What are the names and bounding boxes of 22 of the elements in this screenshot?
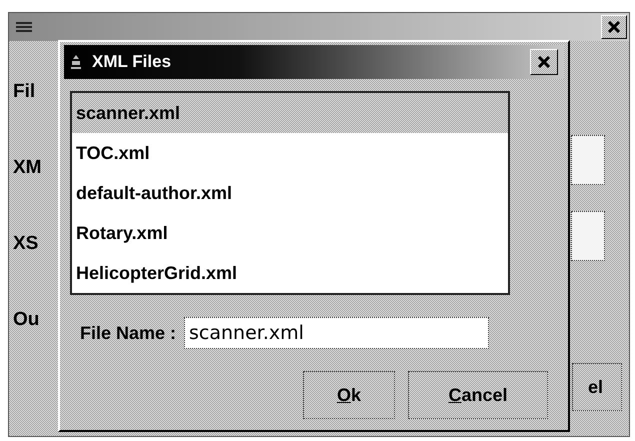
- cancel-button[interactable]: el: [572, 363, 622, 411]
- text-field[interactable]: [571, 135, 605, 185]
- list-item[interactable]: HelicopterGrid.xml: [72, 253, 508, 293]
- field-label: Ou: [13, 309, 40, 332]
- close-button[interactable]: [601, 15, 627, 39]
- cancel-button[interactable]: Cancel: [408, 371, 548, 419]
- ok-button[interactable]: Ok: [303, 371, 395, 419]
- list-item[interactable]: TOC.xml: [72, 133, 508, 173]
- list-item[interactable]: Rotary.xml: [72, 213, 508, 253]
- field-label: XS: [13, 233, 40, 256]
- close-button[interactable]: [530, 49, 558, 75]
- list-item[interactable]: scanner.xml: [72, 93, 508, 133]
- file-name-field[interactable]: scanner.xml: [184, 317, 490, 349]
- close-icon: [608, 21, 620, 33]
- window-title: XML Files: [92, 52, 172, 72]
- field-label: XM: [13, 157, 42, 180]
- list-item[interactable]: default-author.xml: [72, 173, 508, 213]
- text-field[interactable]: [571, 211, 605, 261]
- field-label: Fil: [13, 81, 36, 104]
- close-icon: [538, 56, 550, 68]
- field-label: File Name :: [80, 322, 176, 344]
- window-icon: [15, 21, 33, 33]
